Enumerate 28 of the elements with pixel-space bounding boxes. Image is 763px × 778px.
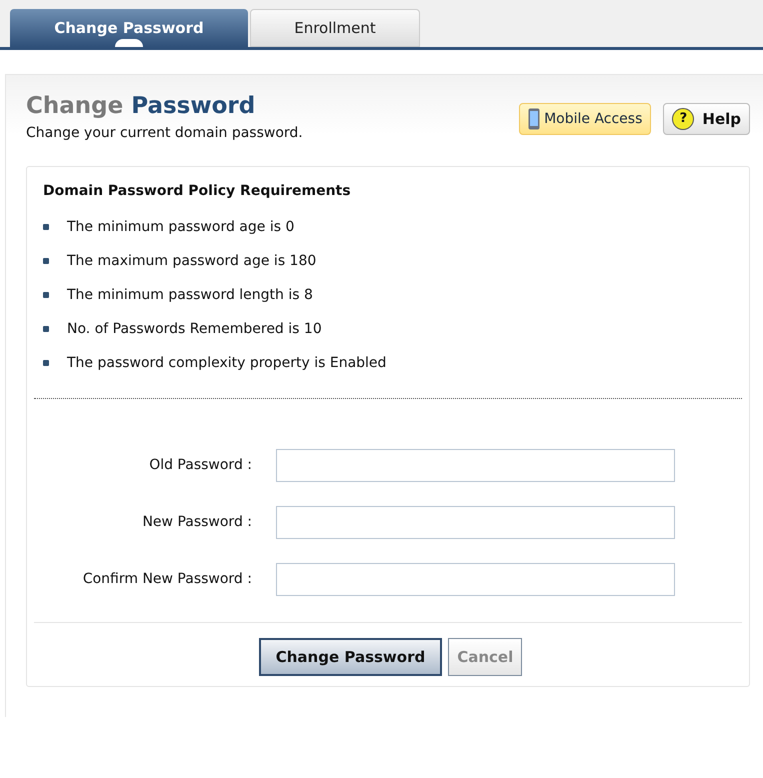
policy-item: The password complexity property is Enabled — [67, 354, 386, 372]
page-subtitle: Change your current domain password. — [26, 124, 303, 143]
phone-icon — [528, 108, 540, 130]
field-label: Confirm New Password : — [82, 570, 253, 589]
change-password-button[interactable]: Change Password — [258, 638, 442, 676]
bullet-icon — [43, 360, 49, 366]
password-field[interactable] — [276, 449, 675, 482]
tab[interactable]: Change Password — [10, 9, 248, 47]
policy-item: The minimum password length is 8 — [67, 286, 313, 304]
help-icon: ? — [672, 108, 694, 130]
page-title: Password — [131, 93, 256, 119]
tab[interactable]: Enrollment — [250, 9, 420, 47]
field-label: New Password : — [141, 513, 253, 532]
bullet-icon — [43, 258, 49, 264]
bullet-icon — [43, 224, 49, 230]
policy-item: The maximum password age is 180 — [67, 252, 316, 270]
mobile-access-button[interactable]: Mobile Access — [519, 103, 652, 135]
help-button[interactable]: ? Help — [663, 103, 750, 135]
policy-item: The minimum password age is 0 — [67, 218, 294, 236]
field-label: Old Password : — [148, 456, 253, 475]
tab-pointer-icon — [115, 39, 143, 47]
policy-item: No. of Passwords Remembered is 10 — [67, 320, 322, 338]
policy-heading: Domain Password Policy Requirements — [42, 182, 352, 201]
page-title: Change — [26, 93, 124, 119]
bullet-icon — [43, 326, 49, 332]
password-field[interactable] — [276, 506, 675, 539]
bullet-icon — [43, 292, 49, 298]
password-field[interactable] — [276, 563, 675, 596]
